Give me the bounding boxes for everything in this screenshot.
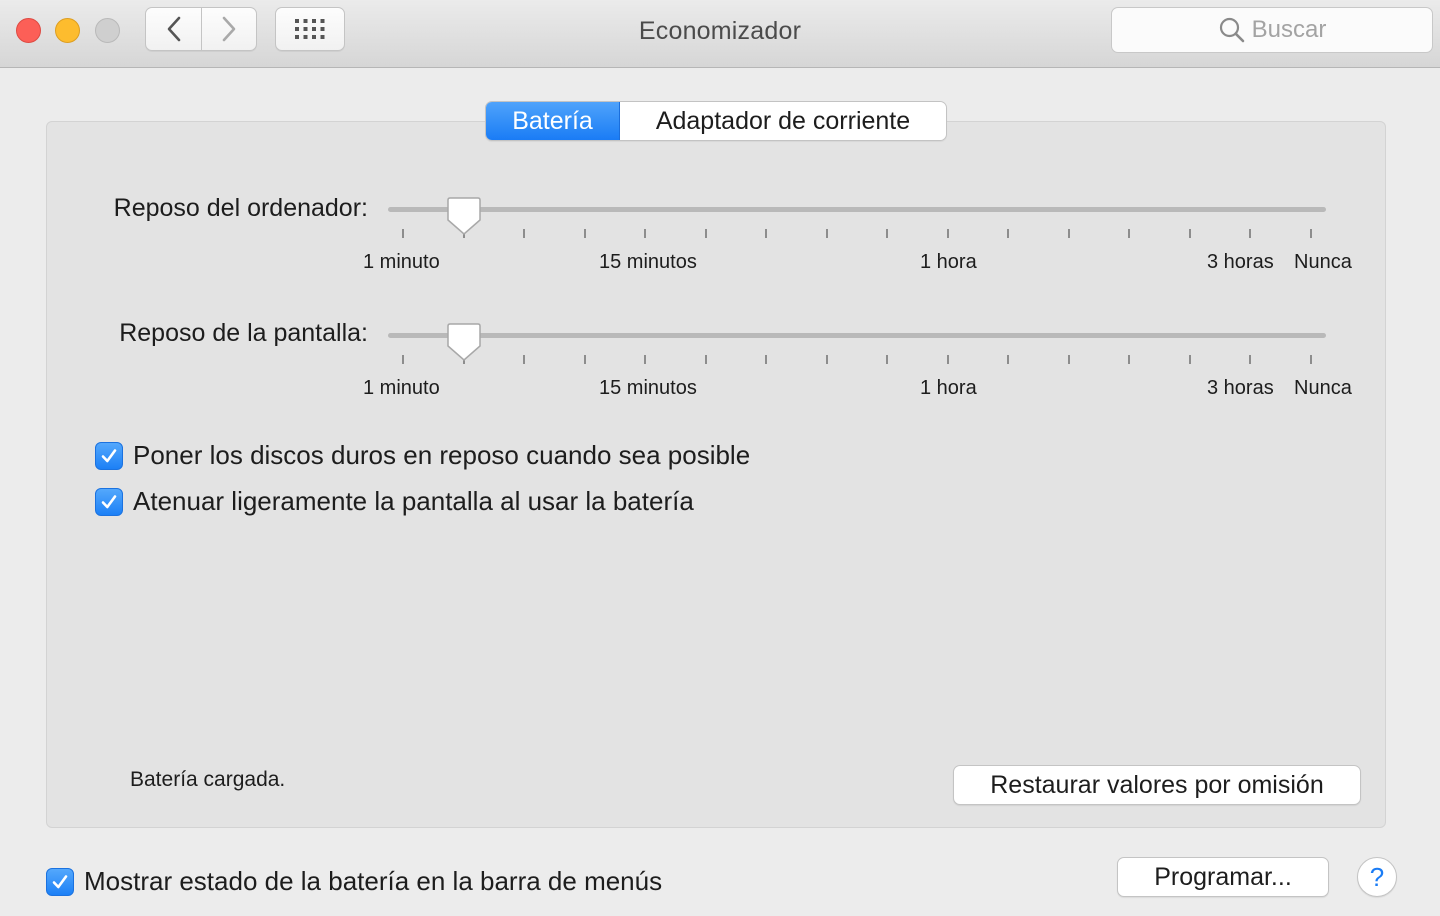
hard-disk-sleep-option[interactable]: Poner los discos duros en reposo cuando … <box>95 440 750 471</box>
slider-tick <box>523 355 525 364</box>
help-button[interactable]: ? <box>1357 857 1397 897</box>
display-sleep-tick-label: 1 minuto <box>363 377 440 399</box>
checkmark-icon <box>101 448 117 462</box>
show-battery-status-checkbox[interactable] <box>46 867 74 896</box>
slider-tick <box>705 355 707 364</box>
computer-sleep-tick-label: 1 hora <box>920 251 977 273</box>
slider-tick <box>644 355 646 364</box>
slider-tick <box>765 229 767 238</box>
slider-tick <box>765 355 767 364</box>
tab-battery[interactable]: Batería <box>486 102 620 140</box>
checkmark-icon <box>101 494 117 508</box>
tab-power-adapter[interactable]: Adaptador de corriente <box>620 102 946 140</box>
display-sleep-slider-track[interactable] <box>388 333 1326 338</box>
tab-panel <box>46 121 1386 828</box>
display-sleep-tick-label: 15 minutos <box>599 377 697 399</box>
tab-bar: Batería Adaptador de corriente <box>485 101 947 141</box>
slider-tick <box>886 355 888 364</box>
slider-tick <box>1068 355 1070 364</box>
schedule-button[interactable]: Programar... <box>1117 857 1329 897</box>
slider-tick <box>826 355 828 364</box>
computer-sleep-tick-label: 1 minuto <box>363 251 440 273</box>
slider-tick <box>584 229 586 238</box>
display-sleep-tick-label: 1 hora <box>920 377 977 399</box>
battery-status: Batería cargada. <box>130 768 286 791</box>
slider-tick <box>1310 355 1312 364</box>
help-icon: ? <box>1369 861 1385 892</box>
restore-defaults-button[interactable]: Restaurar valores por omisión <box>953 765 1361 805</box>
slider-tick <box>705 229 707 238</box>
slider-tick <box>947 355 949 364</box>
search-placeholder: Buscar <box>1251 16 1327 43</box>
slider-tick <box>947 229 949 238</box>
slider-tick <box>584 355 586 364</box>
slider-tick <box>1007 355 1009 364</box>
slider-tick <box>1128 229 1130 238</box>
hard-disk-sleep-label: Poner los discos duros en reposo cuando … <box>133 440 751 470</box>
slider-tick <box>1249 229 1251 238</box>
slider-tick <box>402 229 404 238</box>
display-sleep-tick-label: Nunca <box>1294 377 1352 399</box>
dim-display-checkbox[interactable] <box>95 487 123 516</box>
dim-display-label: Atenuar ligeramente la pantalla al usar … <box>133 486 694 516</box>
slider-tick <box>886 229 888 238</box>
checkmark-icon <box>52 874 68 888</box>
computer-sleep-tick-label: 15 minutos <box>599 251 697 273</box>
slider-tick <box>1128 355 1130 364</box>
computer-sleep-label: Reposo del ordenador: <box>113 194 368 222</box>
dim-display-option[interactable]: Atenuar ligeramente la pantalla al usar … <box>95 486 694 517</box>
slider-tick <box>1189 229 1191 238</box>
search-field[interactable]: Buscar <box>1111 7 1433 53</box>
slider-tick <box>826 229 828 238</box>
hard-disk-sleep-checkbox[interactable] <box>95 441 123 470</box>
computer-sleep-tick-label: 3 horas <box>1207 251 1274 273</box>
slider-tick <box>644 229 646 238</box>
show-battery-status-option[interactable]: Mostrar estado de la batería en la barra… <box>46 866 662 897</box>
computer-sleep-slider-knob[interactable] <box>446 196 482 236</box>
slider-tick <box>1249 355 1251 364</box>
slider-tick <box>1007 229 1009 238</box>
title-bar: Economizador Buscar <box>0 0 1440 68</box>
display-sleep-slider-knob[interactable] <box>446 322 482 362</box>
slider-tick <box>1189 355 1191 364</box>
display-sleep-label: Reposo de la pantalla: <box>119 319 368 347</box>
slider-tick <box>402 355 404 364</box>
computer-sleep-slider-track[interactable] <box>388 207 1326 212</box>
show-battery-status-label: Mostrar estado de la batería en la barra… <box>84 866 663 896</box>
computer-sleep-tick-label: Nunca <box>1294 251 1352 273</box>
display-sleep-tick-label: 3 horas <box>1207 377 1274 399</box>
search-icon <box>1218 16 1246 44</box>
slider-tick <box>523 229 525 238</box>
slider-tick <box>1310 229 1312 238</box>
slider-tick <box>1068 229 1070 238</box>
